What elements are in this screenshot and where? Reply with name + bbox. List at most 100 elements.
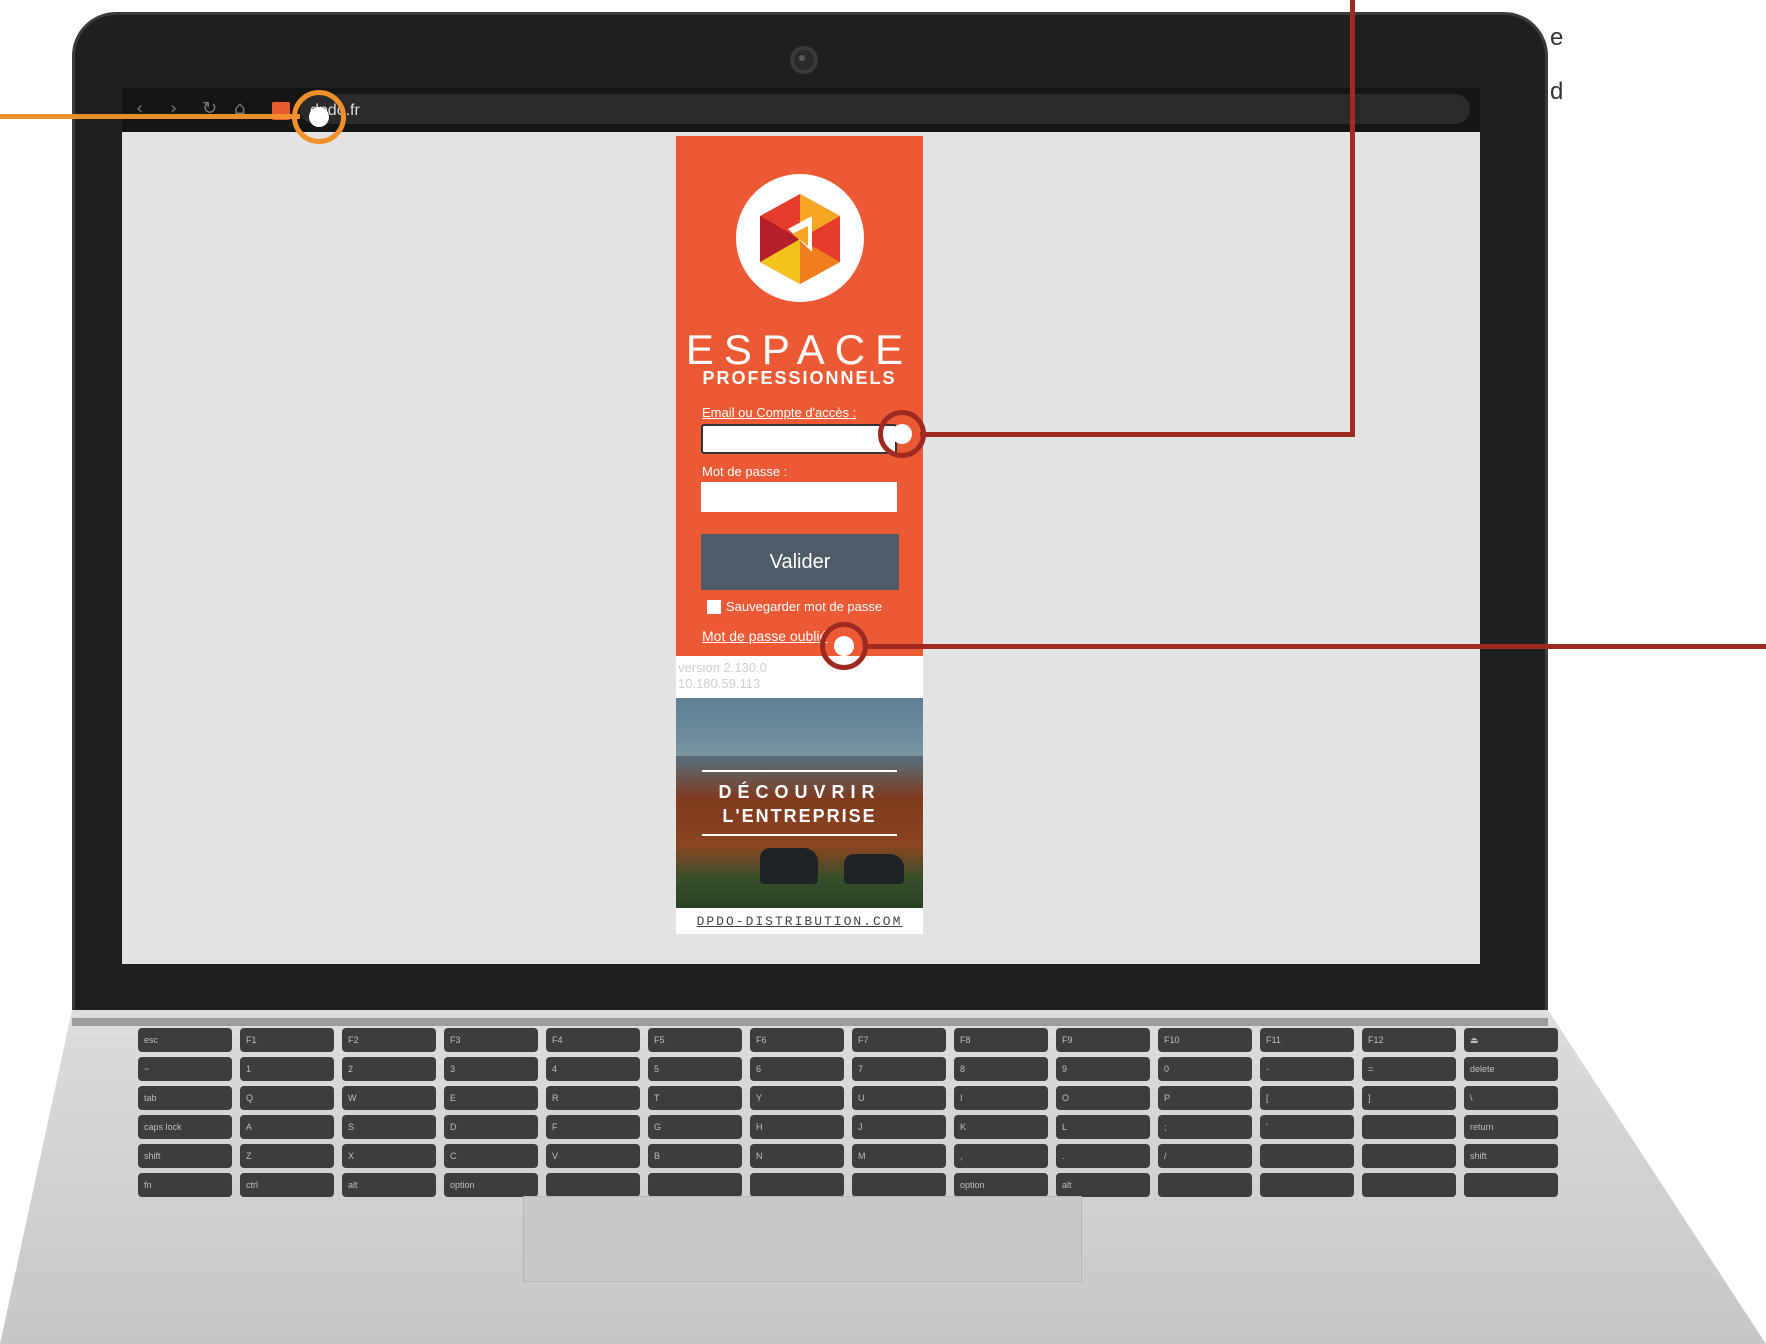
key: 0 bbox=[1158, 1057, 1252, 1081]
key: 9 bbox=[1056, 1057, 1150, 1081]
key: B bbox=[648, 1144, 742, 1168]
key bbox=[1260, 1173, 1354, 1197]
key: return bbox=[1464, 1115, 1558, 1139]
key bbox=[1362, 1115, 1456, 1139]
key: V bbox=[546, 1144, 640, 1168]
key: , bbox=[954, 1144, 1048, 1168]
key: ~ bbox=[138, 1057, 232, 1081]
key: Q bbox=[240, 1086, 334, 1110]
key: tab bbox=[138, 1086, 232, 1110]
key: H bbox=[750, 1115, 844, 1139]
callout-line-email bbox=[920, 432, 1355, 437]
version-info: version 2.130.0 10.180.59.113 bbox=[678, 660, 767, 692]
key: 8 bbox=[954, 1057, 1048, 1081]
key bbox=[648, 1173, 742, 1197]
callout-line-url bbox=[0, 114, 300, 119]
car-image bbox=[844, 854, 904, 884]
banner-title-2: L'ENTREPRISE bbox=[722, 806, 877, 826]
key: F bbox=[546, 1115, 640, 1139]
key: F8 bbox=[954, 1028, 1048, 1052]
key: 3 bbox=[444, 1057, 538, 1081]
key: L bbox=[1056, 1115, 1150, 1139]
key: S bbox=[342, 1115, 436, 1139]
address-bar[interactable] bbox=[300, 94, 1470, 124]
key: X bbox=[342, 1144, 436, 1168]
key: R bbox=[546, 1086, 640, 1110]
submit-button[interactable]: Valider bbox=[701, 534, 899, 590]
key: ' bbox=[1260, 1115, 1354, 1139]
key: F10 bbox=[1158, 1028, 1252, 1052]
camera-icon bbox=[790, 46, 818, 74]
key: . bbox=[1056, 1144, 1150, 1168]
key: 7 bbox=[852, 1057, 946, 1081]
key bbox=[1362, 1173, 1456, 1197]
key: ] bbox=[1362, 1086, 1456, 1110]
key: 2 bbox=[342, 1057, 436, 1081]
trackpad bbox=[523, 1196, 1082, 1282]
callout-dot-url bbox=[309, 107, 329, 127]
remember-checkbox[interactable] bbox=[707, 600, 721, 614]
key: F12 bbox=[1362, 1028, 1456, 1052]
key bbox=[1260, 1144, 1354, 1168]
key: 4 bbox=[546, 1057, 640, 1081]
key: F2 bbox=[342, 1028, 436, 1052]
key bbox=[852, 1173, 946, 1197]
remember-label: Sauvegarder mot de passe bbox=[726, 599, 883, 614]
key: K bbox=[954, 1115, 1048, 1139]
key: alt bbox=[1056, 1173, 1150, 1197]
key: D bbox=[444, 1115, 538, 1139]
callout-line-forgot bbox=[864, 644, 1766, 649]
password-label: Mot de passe : bbox=[702, 464, 788, 479]
key: 6 bbox=[750, 1057, 844, 1081]
key: ctrl bbox=[240, 1173, 334, 1197]
key: Z bbox=[240, 1144, 334, 1168]
key: = bbox=[1362, 1057, 1456, 1081]
key: ; bbox=[1158, 1115, 1252, 1139]
key: caps lock bbox=[138, 1115, 232, 1139]
email-label: Email ou Compte d'accès : bbox=[702, 405, 857, 420]
banner-title-1: DÉCOUVRIR bbox=[718, 782, 881, 802]
key bbox=[1158, 1173, 1252, 1197]
key: F6 bbox=[750, 1028, 844, 1052]
key: delete bbox=[1464, 1057, 1558, 1081]
key: esc bbox=[138, 1028, 232, 1052]
key: G bbox=[648, 1115, 742, 1139]
login-box: ESPACE PROFESSIONNELS Email ou Compte d'… bbox=[676, 136, 923, 656]
key: C bbox=[444, 1144, 538, 1168]
key: F11 bbox=[1260, 1028, 1354, 1052]
key: - bbox=[1260, 1057, 1354, 1081]
car-image bbox=[760, 848, 818, 884]
banner-rule-top bbox=[702, 770, 897, 772]
side-text-2: d bbox=[1550, 78, 1564, 105]
key: / bbox=[1158, 1144, 1252, 1168]
key bbox=[1464, 1173, 1558, 1197]
key: A bbox=[240, 1115, 334, 1139]
key: E bbox=[444, 1086, 538, 1110]
callout-line-email-vertical bbox=[1350, 0, 1355, 436]
key: 5 bbox=[648, 1057, 742, 1081]
version-text: version 2.130.0 bbox=[678, 660, 767, 675]
email-field[interactable] bbox=[701, 424, 897, 454]
side-text-1: e bbox=[1550, 24, 1564, 51]
key: W bbox=[342, 1086, 436, 1110]
dpdo-logo bbox=[736, 174, 864, 302]
key: I bbox=[954, 1086, 1048, 1110]
key: O bbox=[1056, 1086, 1150, 1110]
key: F9 bbox=[1056, 1028, 1150, 1052]
password-field[interactable] bbox=[701, 482, 897, 512]
espace-heading: ESPACE bbox=[685, 326, 914, 373]
key: shift bbox=[1464, 1144, 1558, 1168]
key: M bbox=[852, 1144, 946, 1168]
keyboard: esc F1 F2 F3 F4 F5 F6 F7 F8 F9 F10 F11 F12 ⏏ ~1 2 3 4 5 6 7 8… bbox=[138, 1028, 1558, 1197]
forgot-password-link[interactable]: Mot de passe oublié bbox=[702, 628, 827, 644]
key bbox=[546, 1173, 640, 1197]
key: J bbox=[852, 1115, 946, 1139]
screen: ‹ › ↻ ⌂ dpdo.fr ESPACE PROFESSIONNELS Em… bbox=[122, 88, 1480, 964]
key: F5 bbox=[648, 1028, 742, 1052]
company-banner[interactable]: DÉCOUVRIR L'ENTREPRISE bbox=[676, 698, 923, 908]
key: F3 bbox=[444, 1028, 538, 1052]
website-link[interactable]: DPDO-DISTRIBUTION.COM bbox=[676, 914, 923, 929]
key: Y bbox=[750, 1086, 844, 1110]
key: T bbox=[648, 1086, 742, 1110]
key: N bbox=[750, 1144, 844, 1168]
